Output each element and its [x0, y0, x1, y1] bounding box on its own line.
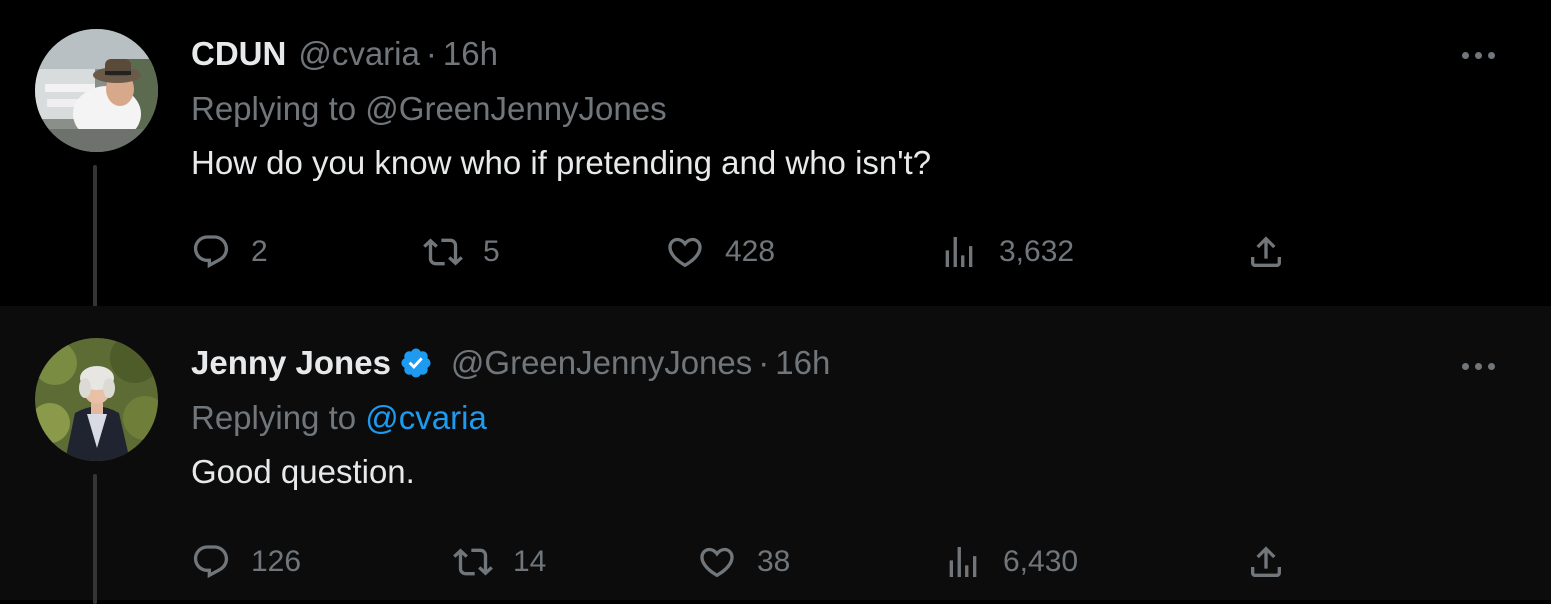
timestamp[interactable]: 16h: [443, 34, 498, 74]
thread-line-top: [93, 286, 97, 306]
reply-button[interactable]: 2: [191, 232, 268, 272]
avatar-image: [35, 338, 158, 461]
view-count: 6,430: [1003, 545, 1079, 578]
replying-prefix: Replying to: [191, 399, 357, 436]
display-name[interactable]: CDUN: [191, 34, 286, 74]
verified-badge-icon[interactable]: [399, 346, 433, 380]
replying-prefix: Replying to: [191, 90, 357, 127]
avatar[interactable]: [35, 29, 158, 152]
share-icon: [1251, 236, 1281, 267]
avatar[interactable]: [35, 338, 158, 461]
like-button[interactable]: 428: [665, 232, 775, 272]
views-icon: [945, 237, 973, 267]
retweet-count: 5: [483, 235, 500, 268]
timestamp[interactable]: 16h: [775, 343, 830, 383]
reply-button[interactable]: 126: [191, 542, 301, 582]
replying-to: Replying to @GreenJennyJones: [191, 89, 1491, 129]
share-button[interactable]: [1246, 232, 1286, 272]
retweet-icon: [423, 238, 463, 266]
views-icon: [949, 547, 977, 577]
more-icon[interactable]: [1453, 351, 1503, 381]
share-button[interactable]: [1246, 542, 1286, 582]
user-handle[interactable]: @GreenJennyJones: [451, 343, 752, 383]
views-button[interactable]: 3,632: [939, 232, 1074, 272]
thread-line: [93, 474, 97, 604]
reply-count: 2: [251, 235, 268, 268]
reply-count: 126: [251, 545, 302, 578]
like-icon: [668, 237, 702, 268]
tweet-cdun[interactable]: CDUN @cvaria · 16h Replying to @GreenJen…: [0, 0, 1551, 326]
retweet-icon: [453, 548, 493, 576]
retweet-count: 14: [513, 545, 547, 578]
action-bar: 126 14 38 6,430: [191, 542, 1301, 582]
tweet-text: Good question.: [191, 453, 415, 490]
avatar-image: [35, 29, 158, 152]
share-icon: [1251, 546, 1281, 577]
replying-to-handle[interactable]: @GreenJennyJones: [365, 90, 666, 127]
retweet-button[interactable]: 5: [423, 232, 500, 272]
like-icon: [700, 547, 734, 578]
separator-dot: ·: [425, 35, 437, 72]
tweet-jenny-jones[interactable]: Jenny Jones @GreenJennyJones · 16h Reply…: [0, 286, 1551, 604]
more-icon[interactable]: [1453, 40, 1503, 70]
reply-icon: [193, 545, 229, 579]
views-button[interactable]: 6,430: [943, 542, 1078, 582]
tweet-header: Jenny Jones @GreenJennyJones · 16h: [191, 343, 1491, 383]
like-button[interactable]: 38: [697, 542, 790, 582]
like-count: 38: [757, 545, 791, 578]
retweet-button[interactable]: 14: [453, 542, 546, 582]
view-count: 3,632: [999, 235, 1075, 268]
tweet-text: How do you know who if pretending and wh…: [191, 144, 932, 181]
user-handle[interactable]: @cvaria: [298, 34, 420, 74]
display-name[interactable]: Jenny Jones: [191, 343, 391, 383]
replying-to-handle[interactable]: @cvaria: [365, 399, 487, 436]
action-bar: 2 5 428 3,632: [191, 232, 1301, 272]
tweet-content: Jenny Jones @GreenJennyJones · 16h Reply…: [191, 343, 1491, 492]
tweet-content: CDUN @cvaria · 16h Replying to @GreenJen…: [191, 34, 1491, 183]
like-count: 428: [725, 235, 776, 268]
reply-icon: [193, 235, 229, 269]
replying-to: Replying to @cvaria: [191, 398, 1491, 438]
separator-dot: ·: [758, 344, 770, 381]
tweet-header: CDUN @cvaria · 16h: [191, 34, 1491, 74]
